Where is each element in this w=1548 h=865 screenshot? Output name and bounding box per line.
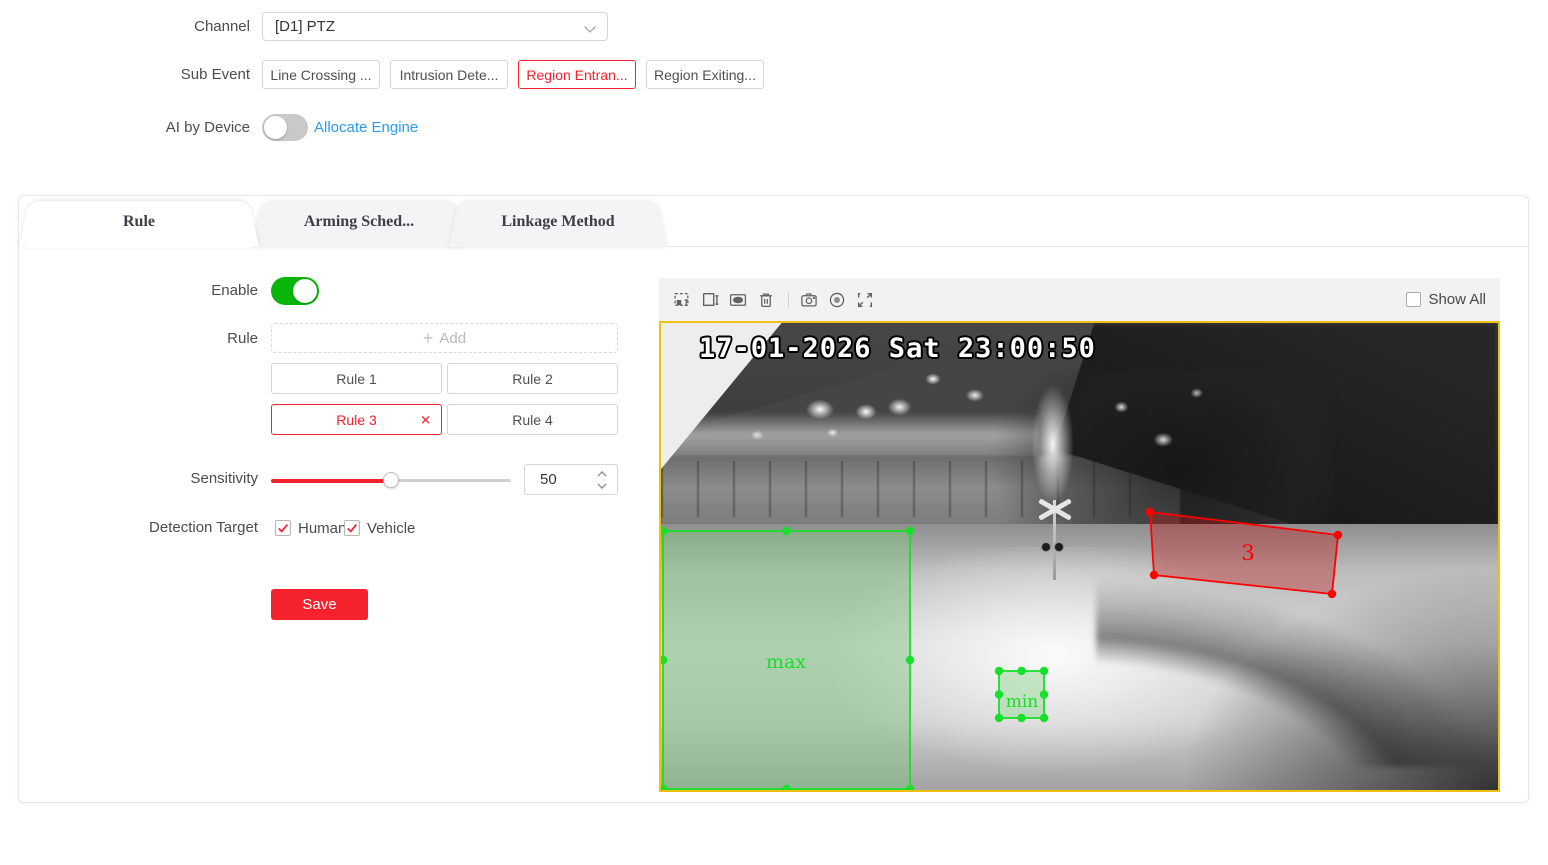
snapshot-icon[interactable]	[796, 287, 822, 313]
channel-select[interactable]: [D1] PTZ	[262, 12, 608, 41]
video-toolbar: Show All	[659, 278, 1500, 321]
tab-arming-schedule[interactable]: Arming Sched...	[253, 197, 465, 247]
sub-event-region-exiting[interactable]: Region Exiting...	[646, 60, 764, 89]
add-rule-button[interactable]: + Add	[271, 323, 618, 353]
rule-label: Rule	[19, 328, 258, 350]
sensitivity-label: Sensitivity	[19, 468, 258, 490]
channel-value: [D1] PTZ	[275, 18, 335, 35]
region-handle[interactable]	[1150, 571, 1158, 579]
save-button[interactable]: Save	[271, 589, 368, 620]
size-filter-icon[interactable]	[669, 287, 695, 313]
human-checkbox[interactable]	[275, 520, 291, 536]
allocate-engine-link[interactable]: Allocate Engine	[314, 114, 418, 141]
sensitivity-input[interactable]	[525, 465, 593, 494]
human-label: Human	[298, 520, 346, 537]
toggle-knob	[264, 116, 287, 139]
region-handle[interactable]	[995, 714, 1003, 722]
region-handle[interactable]	[782, 527, 790, 535]
region-label: max	[766, 651, 806, 673]
region-handle[interactable]	[995, 667, 1003, 675]
rule-config-card: Rule Arming Sched... Linkage Method Enab…	[18, 195, 1529, 803]
region-handle[interactable]	[906, 527, 914, 535]
draw-ellipse-icon[interactable]	[725, 287, 751, 313]
region-handle[interactable]	[1040, 690, 1048, 698]
rule-2-button[interactable]: Rule 2	[447, 363, 618, 394]
tab-linkage-method[interactable]: Linkage Method	[449, 197, 667, 247]
sub-event-label: Sub Event	[0, 60, 250, 89]
plus-icon: +	[423, 329, 434, 347]
fullscreen-icon[interactable]	[852, 287, 878, 313]
channel-label: Channel	[0, 12, 250, 41]
rule-1-button[interactable]: Rule 1	[271, 363, 442, 394]
draw-region-icon[interactable]	[697, 287, 723, 313]
toolbar-divider	[788, 292, 789, 308]
region-handle[interactable]	[995, 690, 1003, 698]
show-all-checkbox[interactable]	[1406, 292, 1421, 307]
region-handle[interactable]	[1017, 667, 1025, 675]
record-icon[interactable]	[824, 287, 850, 313]
detection-target-label: Detection Target	[19, 517, 258, 539]
rule-4-button[interactable]: Rule 4	[447, 404, 618, 435]
region-handle[interactable]	[1040, 667, 1048, 675]
ai-by-device-toggle[interactable]	[262, 114, 308, 141]
slider-handle[interactable]	[383, 472, 399, 488]
region-handle[interactable]	[1146, 508, 1154, 516]
video-frame[interactable]: 17-01-2026 Sat 23:00:50 max min 3	[659, 321, 1500, 792]
osd-timestamp: 17-01-2026 Sat 23:00:50	[699, 333, 1096, 364]
toggle-knob	[293, 279, 317, 303]
region-handle[interactable]	[906, 656, 914, 664]
sub-event-intrusion[interactable]: Intrusion Dete...	[390, 60, 508, 89]
rule-3-button[interactable]: Rule 3 ✕	[271, 404, 442, 435]
enable-toggle[interactable]	[271, 277, 319, 305]
chevron-down-icon	[584, 21, 595, 32]
delete-icon[interactable]	[753, 287, 779, 313]
vehicle-label: Vehicle	[367, 520, 415, 537]
region-label: 3	[1241, 541, 1254, 565]
vehicle-checkbox[interactable]	[344, 520, 360, 536]
show-all-label: Show All	[1428, 291, 1486, 308]
sensitivity-input-wrap	[524, 464, 618, 495]
check-icon	[277, 522, 289, 534]
sensitivity-slider[interactable]	[271, 472, 511, 488]
tab-bar: Rule Arming Sched... Linkage Method	[19, 196, 1528, 247]
spinner-up-icon[interactable]	[595, 469, 609, 479]
rule-regions-overlay[interactable]: max min 3	[661, 323, 1498, 790]
region-handle[interactable]	[1017, 714, 1025, 722]
close-icon[interactable]: ✕	[420, 413, 431, 426]
event-config-page: Channel [D1] PTZ Sub Event Line Crossing…	[0, 0, 1548, 865]
ai-by-device-label: AI by Device	[0, 114, 250, 141]
enable-label: Enable	[19, 280, 258, 302]
check-icon	[346, 522, 358, 534]
region-handle[interactable]	[1328, 590, 1336, 598]
region-label: min	[1006, 692, 1039, 712]
tab-rule[interactable]: Rule	[19, 197, 259, 247]
sub-event-line-crossing[interactable]: Line Crossing ...	[262, 60, 380, 89]
spinner-down-icon[interactable]	[595, 481, 609, 491]
sensitivity-fill	[271, 479, 391, 483]
show-all-control: Show All	[1406, 291, 1486, 308]
sub-event-region-entrance[interactable]: Region Entran...	[518, 60, 636, 89]
region-handle[interactable]	[1334, 531, 1342, 539]
region-handle[interactable]	[1040, 714, 1048, 722]
